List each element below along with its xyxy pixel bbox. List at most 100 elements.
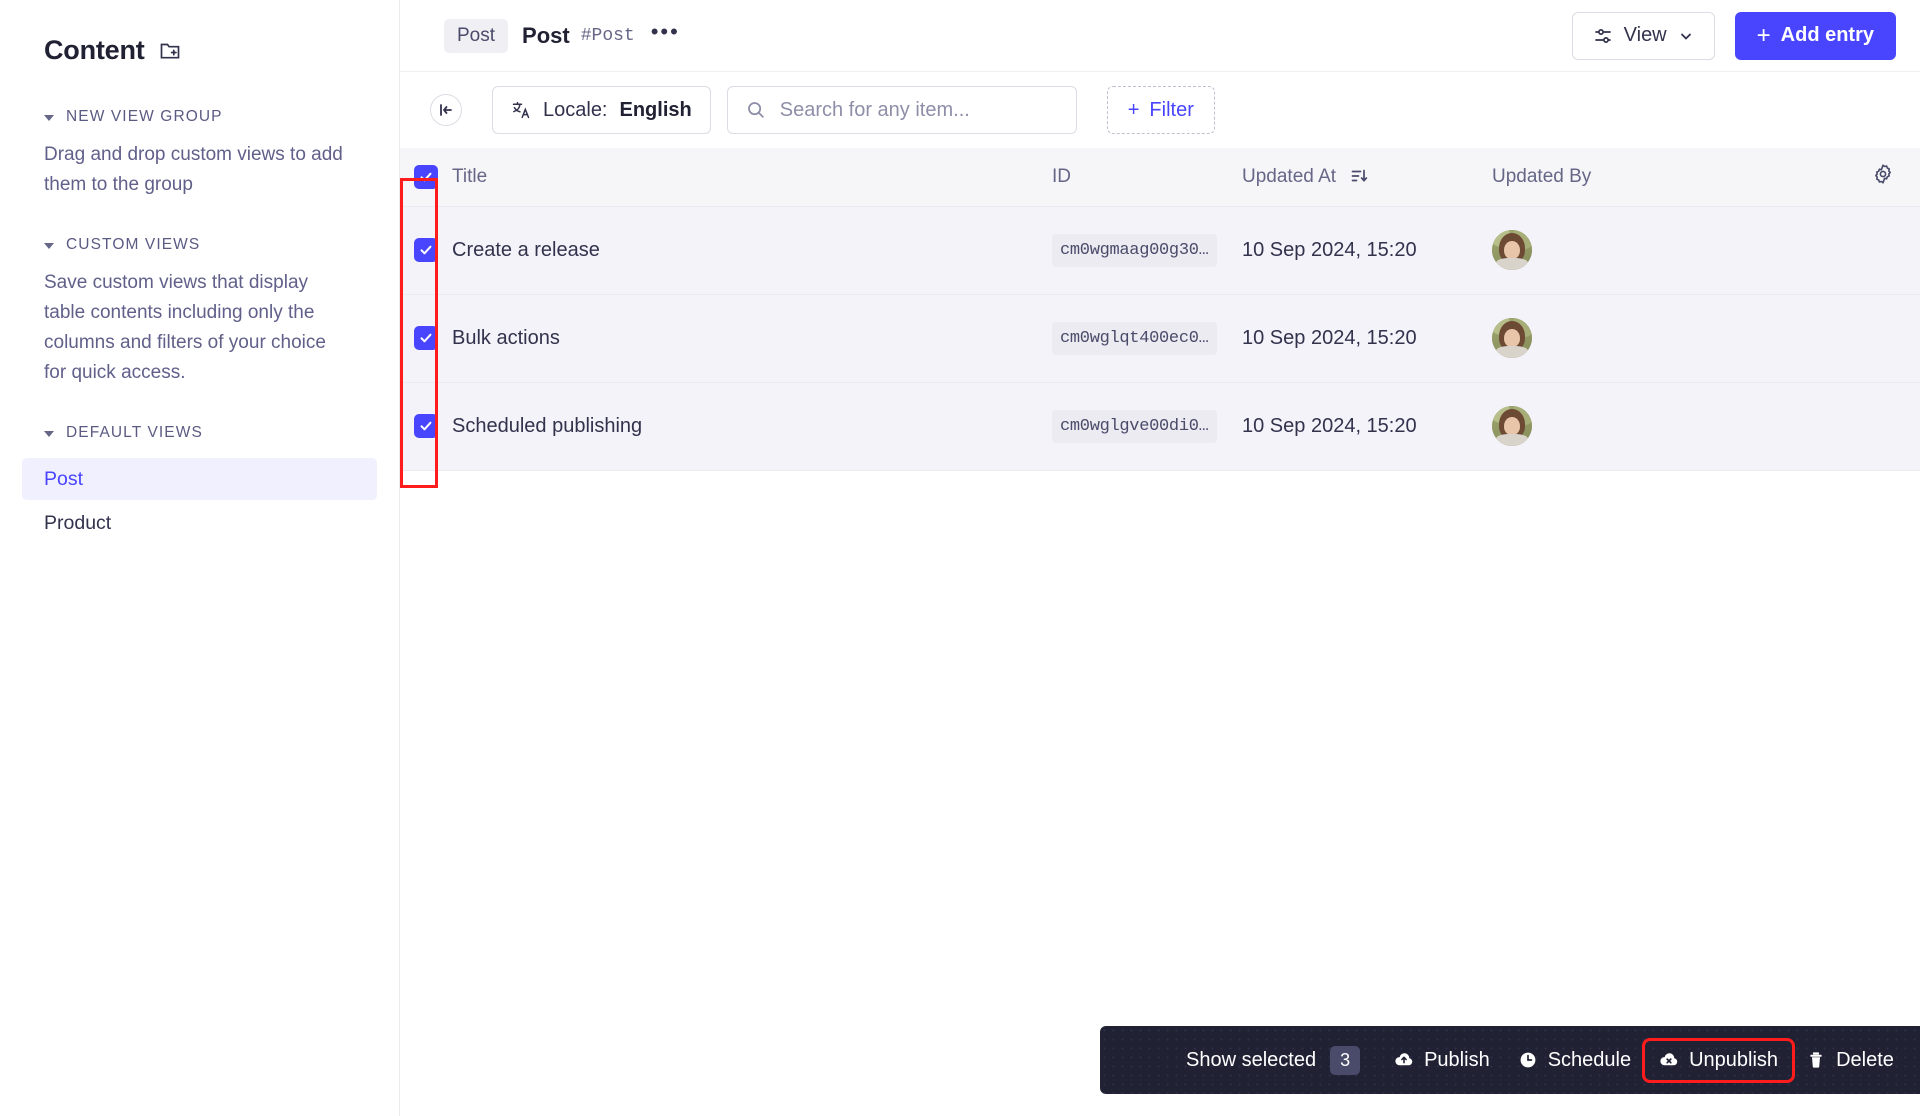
trash-icon: [1806, 1050, 1826, 1070]
cell-id-wrap: cm0wgmaag00g30…: [1052, 206, 1242, 295]
cell-id: cm0wglgve00di0…: [1052, 409, 1217, 443]
column-header-title[interactable]: Title: [452, 148, 1052, 207]
cell-id-wrap: cm0wglqt400ec0…: [1052, 294, 1242, 383]
sidebar-item-post[interactable]: Post: [22, 458, 377, 500]
row-actions-cell: [1702, 294, 1920, 383]
section-label: CUSTOM VIEWS: [66, 236, 201, 253]
more-actions-icon[interactable]: •••: [651, 20, 680, 45]
show-selected-button[interactable]: Show selected 3: [1166, 1045, 1380, 1075]
unpublish-button[interactable]: Unpublish: [1642, 1037, 1796, 1083]
add-filter-button[interactable]: + Filter: [1106, 86, 1215, 134]
search-input[interactable]: [779, 98, 1058, 122]
cloud-cross-icon: [1659, 1050, 1679, 1070]
publish-button[interactable]: Publish: [1380, 1041, 1504, 1080]
row-checkbox[interactable]: [414, 326, 438, 350]
cell-id-wrap: cm0wglgve00di0…: [1052, 382, 1242, 471]
column-header-updated-by[interactable]: Updated By: [1492, 148, 1702, 207]
header-actions: View + Add entry: [1571, 11, 1896, 60]
sidebar-section-new-view-group: NEW VIEW GROUP Drag and drop custom view…: [0, 108, 399, 200]
row-checkbox[interactable]: [414, 414, 438, 438]
content-manager-sidebar: Content NEW VIEW GROUP Drag and drop cus…: [0, 0, 400, 1116]
main-panel: Post Post #Post ••• View + Add entry Loc…: [400, 0, 1920, 1116]
page-title: Content: [44, 34, 145, 65]
delete-label: Delete: [1836, 1048, 1894, 1071]
column-header-id[interactable]: ID: [1052, 148, 1242, 207]
column-label: Updated At: [1242, 165, 1337, 187]
sidebar-section-custom-views: CUSTOM VIEWS Save custom views that disp…: [0, 236, 399, 388]
cloud-upload-icon: [1394, 1050, 1414, 1070]
add-entry-button[interactable]: + Add entry: [1734, 11, 1896, 60]
section-header-new-view-group[interactable]: NEW VIEW GROUP: [44, 108, 355, 126]
show-selected-label: Show selected: [1186, 1048, 1317, 1071]
translate-icon: [511, 100, 531, 120]
plus-icon: +: [1756, 21, 1771, 49]
sidebar-header: Content: [0, 0, 399, 72]
row-select-cell: [400, 382, 452, 471]
cell-updated-by: [1492, 294, 1702, 383]
chevron-down-icon: [44, 243, 54, 249]
sidebar-section-default-views: DEFAULT VIEWS: [0, 424, 399, 442]
avatar: [1492, 318, 1532, 358]
collapse-left-icon[interactable]: [430, 94, 462, 126]
search-icon: [746, 100, 766, 120]
collection-title: Post: [522, 22, 570, 48]
unpublish-label: Unpublish: [1689, 1048, 1779, 1071]
section-description: Save custom views that display table con…: [44, 272, 326, 383]
avatar: [1492, 230, 1532, 270]
table-settings-cell: [1702, 148, 1920, 207]
chevron-down-icon: [1678, 28, 1694, 44]
column-header-updated-at[interactable]: Updated At: [1242, 148, 1492, 207]
sidebar-item-product[interactable]: Product: [22, 502, 377, 544]
delete-button[interactable]: Delete: [1792, 1041, 1908, 1080]
add-entry-label: Add entry: [1780, 24, 1874, 46]
filter-button-label: Filter: [1149, 98, 1194, 121]
sidebar-item-label: Post: [44, 467, 84, 490]
cell-updated-at: 10 Sep 2024, 15:20: [1242, 294, 1492, 383]
plus-icon: +: [1127, 98, 1140, 121]
select-all-checkbox[interactable]: [414, 164, 438, 189]
gear-icon[interactable]: [1872, 163, 1894, 185]
row-select-cell: [400, 206, 452, 295]
breadcrumb-chip[interactable]: Post: [444, 18, 509, 53]
app-root: Content NEW VIEW GROUP Drag and drop cus…: [0, 0, 1920, 1116]
table-row[interactable]: Bulk actions cm0wglqt400ec0… 10 Sep 2024…: [400, 294, 1920, 383]
sort-descending-icon[interactable]: [1350, 167, 1368, 185]
select-all-cell: [400, 148, 452, 207]
section-label: DEFAULT VIEWS: [66, 424, 203, 441]
schedule-button[interactable]: Schedule: [1504, 1041, 1645, 1080]
view-button-label: View: [1623, 24, 1667, 46]
folder-add-icon[interactable]: [159, 39, 181, 61]
locale-value: English: [619, 98, 692, 121]
section-description: Drag and drop custom views to add them t…: [44, 144, 343, 195]
column-label: ID: [1052, 165, 1071, 187]
locale-select[interactable]: Locale: English: [492, 86, 711, 134]
list-toolbar: Locale: English + Filter: [400, 72, 1920, 148]
clock-icon: [1518, 1050, 1538, 1070]
search-box[interactable]: [726, 86, 1077, 134]
cell-updated-by: [1492, 382, 1702, 471]
schedule-label: Schedule: [1547, 1048, 1632, 1071]
cell-title: Create a release: [452, 206, 1052, 295]
view-button[interactable]: View: [1571, 11, 1715, 60]
section-label: NEW VIEW GROUP: [66, 108, 223, 125]
cell-title: Bulk actions: [452, 294, 1052, 383]
table-row[interactable]: Create a release cm0wgmaag00g30… 10 Sep …: [400, 206, 1920, 295]
bulk-actions-bar: Show selected 3 Publish Schedule Unpubli…: [1100, 1026, 1920, 1094]
row-select-cell: [400, 294, 452, 383]
table-header-row: Title ID Updated At Updated By: [400, 148, 1920, 207]
entries-table-container: Title ID Updated At Updated By Create a …: [400, 148, 1920, 1116]
section-header-custom-views[interactable]: CUSTOM VIEWS: [44, 236, 355, 254]
table-body: Create a release cm0wgmaag00g30… 10 Sep …: [400, 206, 1920, 471]
collection-uid: #Post: [580, 25, 635, 46]
chevron-down-icon: [44, 431, 54, 437]
row-checkbox[interactable]: [414, 238, 438, 262]
close-bulk-bar-button[interactable]: ✕: [1908, 1042, 1920, 1078]
cell-updated-at: 10 Sep 2024, 15:20: [1242, 382, 1492, 471]
sidebar-item-label: Product: [44, 511, 112, 534]
section-header-default-views[interactable]: DEFAULT VIEWS: [44, 424, 355, 442]
cell-updated-at: 10 Sep 2024, 15:20: [1242, 206, 1492, 295]
cell-updated-by: [1492, 206, 1702, 295]
column-label: Updated By: [1492, 165, 1592, 187]
table-row[interactable]: Scheduled publishing cm0wglgve00di0… 10 …: [400, 382, 1920, 471]
chevron-down-icon: [44, 115, 54, 121]
